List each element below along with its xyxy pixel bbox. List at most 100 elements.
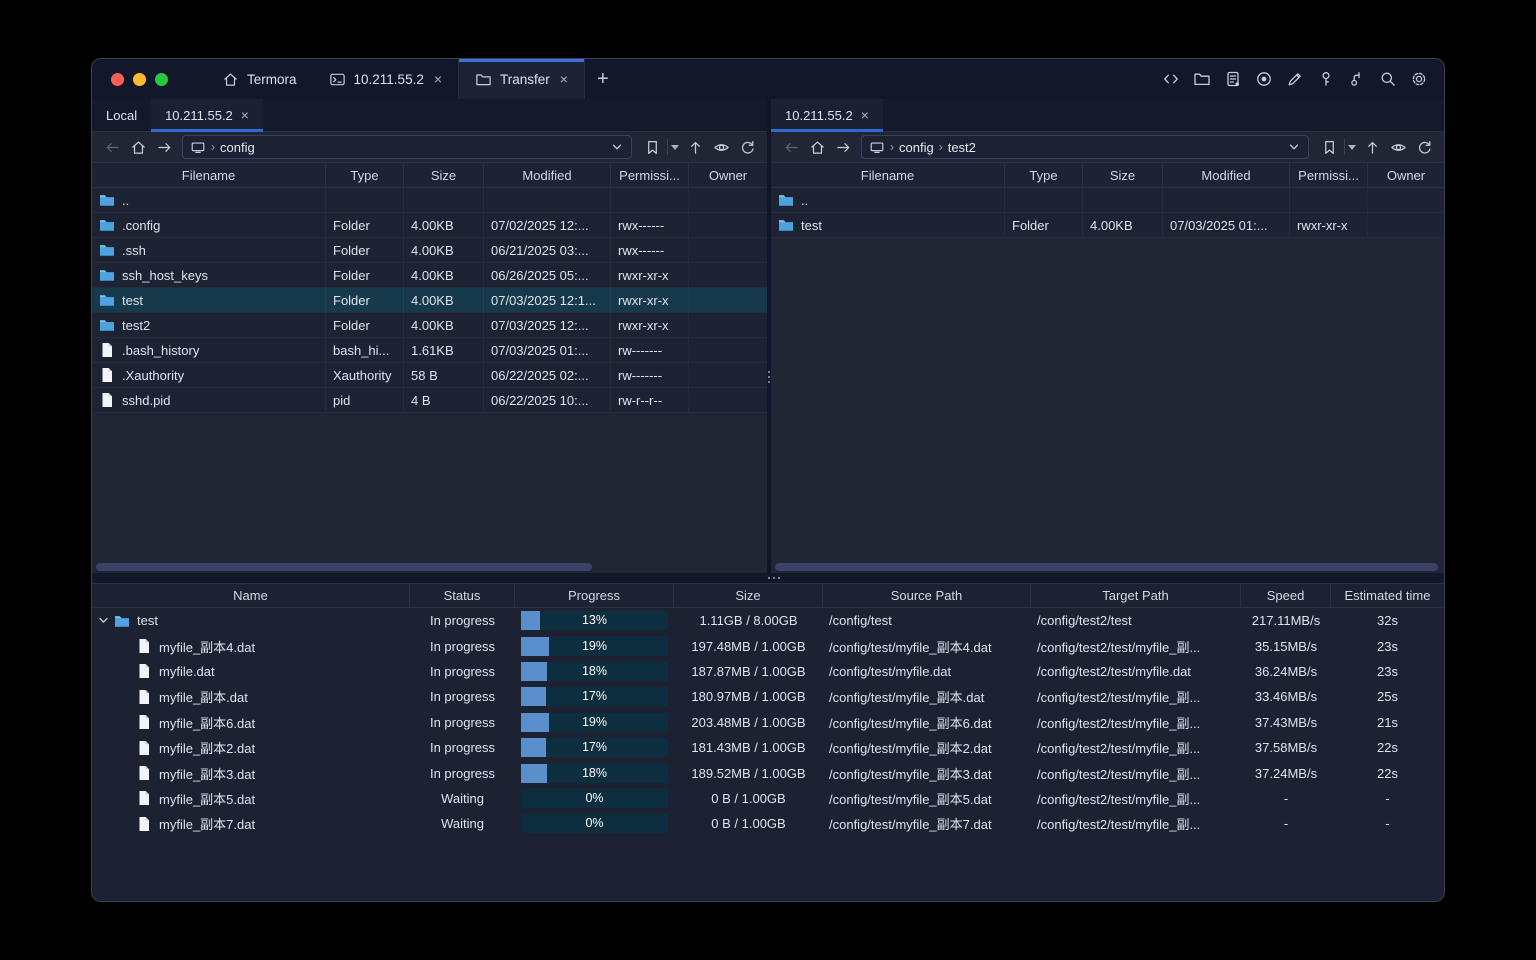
- key-icon[interactable]: [1317, 70, 1335, 88]
- column-header-modified[interactable]: Modified: [484, 163, 611, 187]
- file-row[interactable]: .bash_history bash_hi... 1.61KB 07/03/20…: [92, 338, 767, 363]
- file-row[interactable]: .Xauthority Xauthority 58 B 06/22/2025 0…: [92, 363, 767, 388]
- column-header-size[interactable]: Size: [674, 584, 823, 607]
- column-header-filename[interactable]: Filename: [771, 163, 1005, 187]
- column-header-filename[interactable]: Filename: [92, 163, 326, 187]
- bookmark-icon[interactable]: [640, 135, 664, 159]
- column-header-type[interactable]: Type: [326, 163, 404, 187]
- transfer-row[interactable]: myfile.dat In progress 18% 187.87MB / 1.…: [92, 659, 1444, 684]
- file-row[interactable]: test2 Folder 4.00KB 07/03/2025 12:... rw…: [92, 313, 767, 338]
- column-header-owner[interactable]: Owner: [1368, 163, 1444, 187]
- column-header-speed[interactable]: Speed: [1241, 584, 1331, 607]
- breadcrumb-item[interactable]: › config: [211, 140, 255, 155]
- search-icon[interactable]: [1379, 70, 1397, 88]
- new-tab-button[interactable]: +: [585, 59, 621, 99]
- titlebar-tab[interactable]: Termora: [206, 59, 313, 99]
- chevron-down-icon[interactable]: [610, 140, 624, 154]
- column-header-target-path[interactable]: Target Path: [1031, 584, 1241, 607]
- left-path-field[interactable]: › config: [182, 135, 632, 159]
- upload-icon[interactable]: [1360, 135, 1384, 159]
- scrollbar-thumb[interactable]: [775, 563, 1438, 571]
- breadcrumb-label: config: [220, 139, 255, 155]
- column-header-name[interactable]: Name: [92, 584, 410, 607]
- file-row[interactable]: ..: [771, 188, 1444, 213]
- right-toolbar: › config › test2: [771, 132, 1444, 163]
- file-row[interactable]: ..: [92, 188, 767, 213]
- minimize-window-button[interactable]: [133, 72, 146, 86]
- close-window-button[interactable]: [111, 72, 124, 86]
- home-icon[interactable]: [126, 135, 150, 159]
- right-path-field[interactable]: › config › test2: [861, 135, 1309, 159]
- panel-tab-close-icon[interactable]: ×: [859, 108, 869, 122]
- computer-icon: [869, 139, 885, 155]
- transfer-row[interactable]: myfile_副本5.dat Waiting 0% 0 B / 1.00GB /…: [92, 786, 1444, 811]
- file-row[interactable]: sshd.pid pid 4 B 06/22/2025 10:... rw-r-…: [92, 388, 767, 413]
- transfer-row[interactable]: myfile_副本7.dat Waiting 0% 0 B / 1.00GB /…: [92, 811, 1444, 836]
- scrollbar-thumb[interactable]: [96, 563, 592, 571]
- transfer-row[interactable]: myfile_副本6.dat In progress 19% 203.48MB …: [92, 710, 1444, 735]
- edit-icon[interactable]: [1286, 70, 1304, 88]
- keychain-icon[interactable]: [1348, 70, 1366, 88]
- filename: .bash_history: [122, 342, 200, 358]
- bookmark-icon[interactable]: [1317, 135, 1341, 159]
- chevron-down-icon[interactable]: [1287, 140, 1301, 154]
- code-icon[interactable]: [1162, 70, 1180, 88]
- panel-tab[interactable]: Local: [92, 99, 151, 131]
- filename: ssh_host_keys: [122, 267, 208, 283]
- bookmark-dropdown-icon[interactable]: [1348, 144, 1356, 150]
- file-row[interactable]: ssh_host_keys Folder 4.00KB 06/26/2025 0…: [92, 263, 767, 288]
- forward-icon[interactable]: [831, 135, 855, 159]
- home-icon[interactable]: [805, 135, 829, 159]
- column-header-estimated-time[interactable]: Estimated time: [1331, 584, 1444, 607]
- panel-tab-close-icon[interactable]: ×: [239, 108, 249, 122]
- transfer-row[interactable]: myfile_副本4.dat In progress 19% 197.48MB …: [92, 633, 1444, 658]
- titlebar-tab[interactable]: 10.211.55.2 ×: [313, 59, 459, 99]
- file-icon: [102, 368, 112, 382]
- back-icon[interactable]: [779, 135, 803, 159]
- expand-chevron-icon[interactable]: [98, 615, 114, 626]
- forward-icon[interactable]: [152, 135, 176, 159]
- column-header-modified[interactable]: Modified: [1163, 163, 1290, 187]
- back-icon[interactable]: [100, 135, 124, 159]
- file-row[interactable]: test Folder 4.00KB 07/03/2025 01:... rwx…: [771, 213, 1444, 238]
- panel-tab[interactable]: 10.211.55.2 ×: [151, 99, 263, 132]
- log-icon[interactable]: [1224, 70, 1242, 88]
- file-row[interactable]: .ssh Folder 4.00KB 06/21/2025 03:... rwx…: [92, 238, 767, 263]
- filename: ..: [801, 192, 809, 208]
- zoom-window-button[interactable]: [155, 72, 168, 86]
- upload-icon[interactable]: [683, 135, 707, 159]
- tab-close-icon[interactable]: ×: [558, 72, 568, 86]
- file-owner: [689, 263, 767, 287]
- folder-icon[interactable]: [1193, 70, 1211, 88]
- tab-close-icon[interactable]: ×: [432, 72, 442, 86]
- titlebar-tab[interactable]: Transfer ×: [458, 59, 585, 99]
- column-header-progress[interactable]: Progress: [515, 584, 674, 607]
- settings-icon[interactable]: [1410, 70, 1428, 88]
- show-hidden-icon[interactable]: [1386, 135, 1410, 159]
- breadcrumb-item[interactable]: › config: [890, 140, 934, 155]
- column-header-source-path[interactable]: Source Path: [823, 584, 1031, 607]
- column-header-size[interactable]: Size: [1083, 163, 1163, 187]
- transfer-row[interactable]: myfile_副本.dat In progress 17% 180.97MB /…: [92, 684, 1444, 709]
- panel-tab[interactable]: 10.211.55.2 ×: [771, 99, 883, 132]
- transfer-row[interactable]: myfile_副本3.dat In progress 18% 189.52MB …: [92, 760, 1444, 785]
- column-header-owner[interactable]: Owner: [689, 163, 767, 187]
- transfer-row[interactable]: myfile_副本2.dat In progress 17% 181.43MB …: [92, 735, 1444, 760]
- breadcrumb-item[interactable]: › test2: [939, 140, 976, 155]
- file-row[interactable]: test Folder 4.00KB 07/03/2025 12:1... rw…: [92, 288, 767, 313]
- column-header-type[interactable]: Type: [1005, 163, 1083, 187]
- vertical-splitter[interactable]: [767, 99, 771, 573]
- right-file-table: Filename Type Size Modified Permissi... …: [771, 163, 1444, 238]
- file-row[interactable]: .config Folder 4.00KB 07/02/2025 12:... …: [92, 213, 767, 238]
- bookmark-dropdown-icon[interactable]: [671, 144, 679, 150]
- column-header-size[interactable]: Size: [404, 163, 484, 187]
- refresh-icon[interactable]: [1412, 135, 1436, 159]
- column-header-permissions[interactable]: Permissi...: [611, 163, 689, 187]
- refresh-icon[interactable]: [735, 135, 759, 159]
- horizontal-splitter[interactable]: [92, 573, 1444, 584]
- record-icon[interactable]: [1255, 70, 1273, 88]
- column-header-status[interactable]: Status: [410, 584, 515, 607]
- column-header-permissions[interactable]: Permissi...: [1290, 163, 1368, 187]
- show-hidden-icon[interactable]: [709, 135, 733, 159]
- transfer-row[interactable]: test In progress 13% 1.11GB / 8.00GB /co…: [92, 608, 1444, 633]
